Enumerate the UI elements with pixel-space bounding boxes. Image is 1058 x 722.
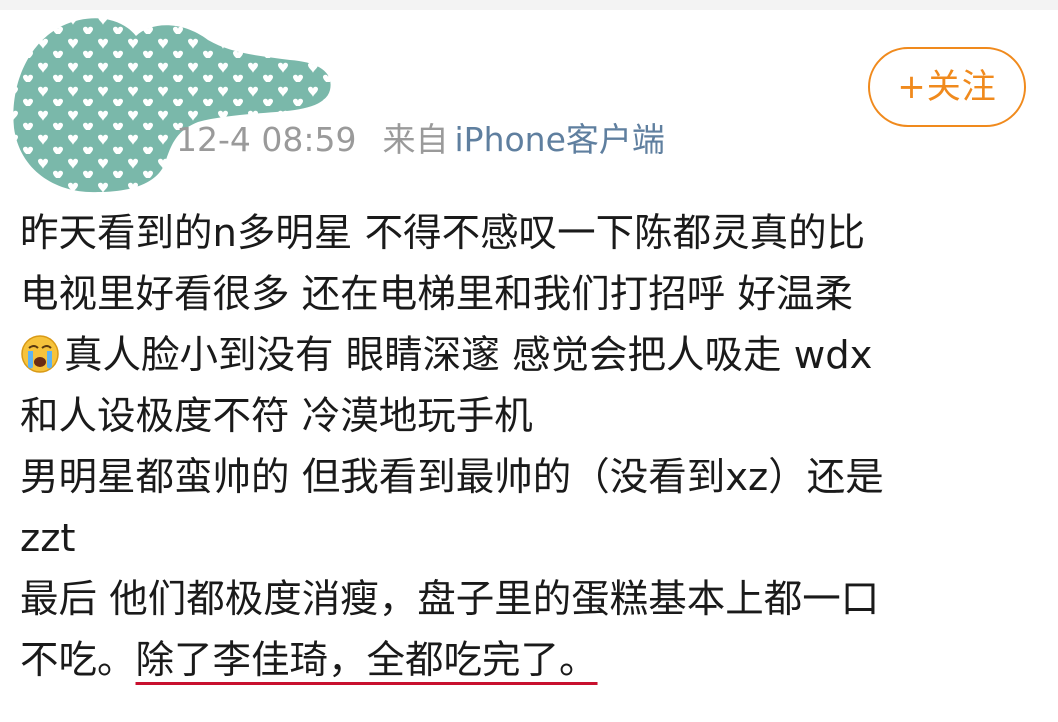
post-line-4: 和人设极度不符 冷漠地玩手机	[20, 394, 533, 439]
underlined-highlight: 除了李佳琦，全都吃完了。	[135, 638, 598, 683]
post-line-7: 最后 他们都极度消瘦，盘子里的蛋糕基本上都一口	[20, 577, 880, 622]
post-line-3-text: 真人脸小到没有 眼睛深邃 感觉会把人吸走 wdx	[64, 333, 873, 378]
post-meta: 12-4 08:59 来自 iPhone客户端	[176, 118, 665, 162]
follow-button[interactable]: +关注	[868, 47, 1026, 127]
post-line-5: 男明星都蛮帅的 但我看到最帅的（没看到xz）还是	[20, 455, 884, 500]
post-line-1: 昨天看到的n多明星 不得不感叹一下陈都灵真的比	[20, 211, 866, 256]
post-line-3: 真人脸小到没有 眼睛深邃 感觉会把人吸走 wdx	[20, 325, 1050, 386]
post-line-8: 不吃。除了李佳琦，全都吃完了。	[20, 630, 1050, 691]
crying-face-icon	[21, 335, 59, 373]
post-timestamp: 12-4 08:59	[176, 120, 357, 159]
post-line-2: 电视里好看很多 还在电梯里和我们打招呼 好温柔	[20, 272, 853, 317]
post-body: 昨天看到的n多明星 不得不感叹一下陈都灵真的比 电视里好看很多 还在电梯里和我们…	[20, 203, 1050, 691]
source-link[interactable]: iPhone客户端	[455, 120, 665, 159]
post-line-6: zzt	[20, 516, 76, 561]
blurred-avatar-username	[13, 18, 331, 193]
source-prefix: 来自	[382, 120, 449, 159]
top-strip	[0, 0, 1058, 10]
post-line-8-text: 不吃。	[20, 638, 136, 683]
